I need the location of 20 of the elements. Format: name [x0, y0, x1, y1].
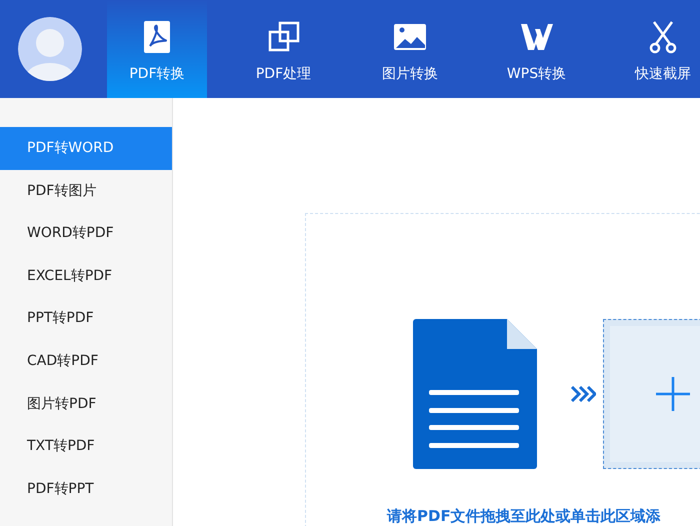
toolbar-tab[interactable]: PDF处理	[234, 0, 334, 98]
document-icon	[413, 319, 537, 469]
sidebar-item[interactable]: 图片转PDF	[0, 382, 172, 426]
toolbar-tab[interactable]: WPS转换	[486, 0, 586, 98]
sidebar-item[interactable]: WORD转PDF	[0, 212, 172, 255]
sidebar-item[interactable]: CAD转PDF	[0, 340, 172, 383]
squares-icon	[266, 20, 300, 54]
drop-zone[interactable]: 请将PDF文件拖拽至此处或单击此区域添	[305, 213, 700, 526]
toolbar-tab[interactable]: 快速截屏	[613, 0, 700, 98]
chevrons-icon	[570, 386, 596, 402]
sidebar-item[interactable]: PDF转图片	[0, 170, 172, 212]
sidebar-item[interactable]: PDF转PPT	[0, 468, 172, 510]
toolbar-tab[interactable]: 图片转换	[360, 0, 460, 98]
sidebar-item[interactable]: TXT转PDF	[0, 425, 172, 468]
avatar-icon[interactable]	[18, 17, 82, 81]
sidebar-item[interactable]: PPT转PDF	[0, 297, 172, 340]
plus-icon	[656, 377, 690, 411]
drop-hint: 请将PDF文件拖拽至此处或单击此区域添	[387, 507, 662, 526]
sidebar-item[interactable]: EXCEL转PDF	[0, 254, 172, 298]
sidebar-item[interactable]: PDF转WORD	[0, 127, 172, 170]
